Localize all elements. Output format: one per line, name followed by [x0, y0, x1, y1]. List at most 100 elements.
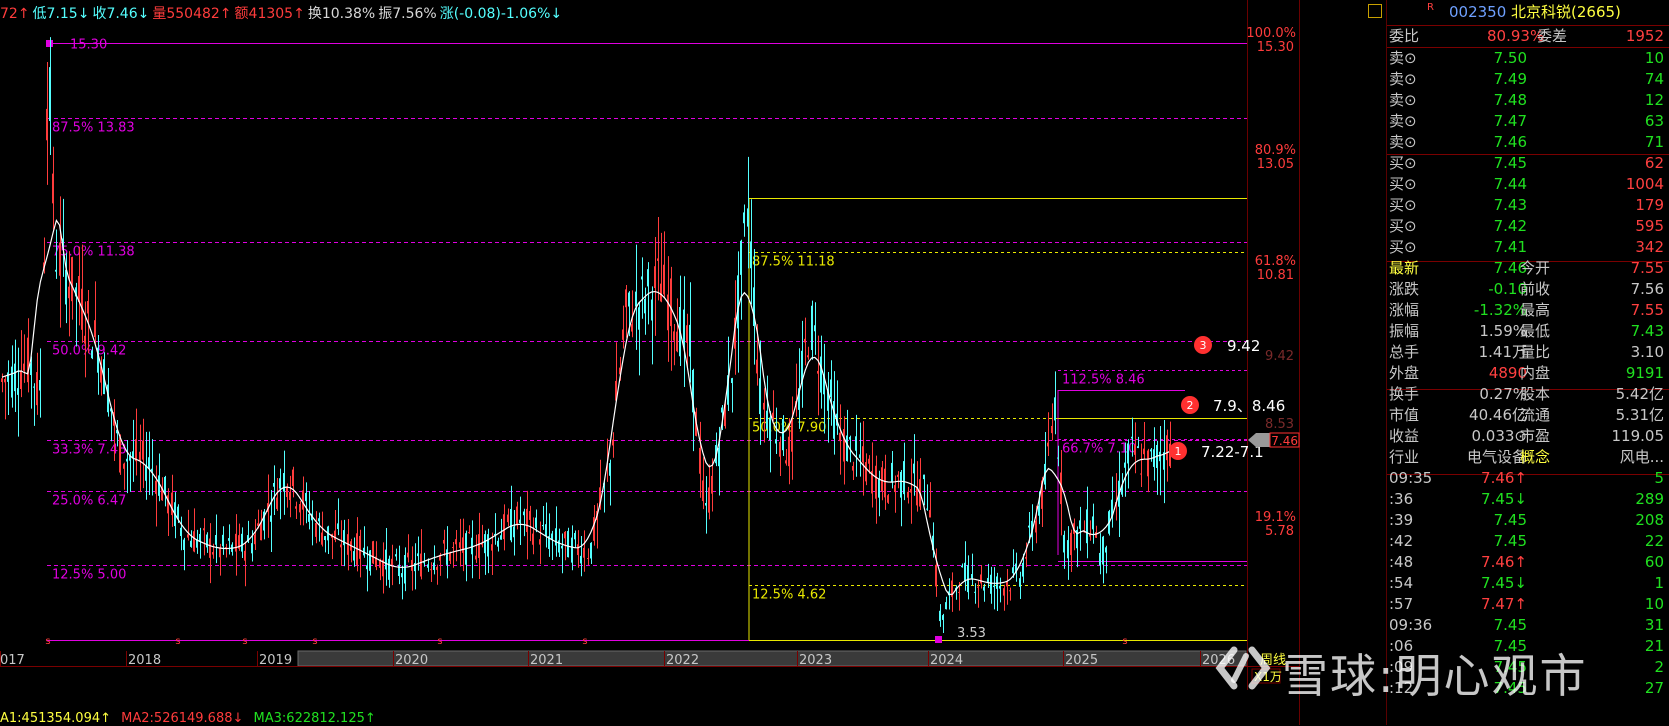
sell-price: 7.48 [1493, 91, 1527, 109]
stat-label-2: 最高 [1520, 301, 1551, 319]
ma2-value: MA2:526149.688↓ [121, 711, 244, 726]
sell-label: 卖⊙ [1389, 70, 1417, 88]
candle-body [1063, 534, 1065, 553]
candle-body [526, 508, 528, 533]
tick-row: :57 7.47↑ 10 [1387, 594, 1669, 615]
stat-value-2: 9191 [1625, 364, 1664, 382]
candle-body [254, 534, 256, 545]
dividend-marker: s [437, 636, 442, 647]
candle-body [452, 546, 454, 548]
sell-label: 卖⊙ [1389, 112, 1417, 130]
ma3-value: MA3:622812.125↑ [253, 711, 376, 726]
stock-name[interactable]: 北京科锐(2665) [1511, 2, 1621, 23]
stat-value-2: 3.10 [1630, 343, 1664, 361]
candle-body [971, 574, 973, 579]
candle-body [1038, 505, 1040, 516]
candle-body [929, 510, 931, 518]
candle-body [420, 553, 422, 577]
current-price-tag: 7.46 [1271, 434, 1298, 448]
tick-volume: 208 [1635, 511, 1664, 529]
candle-body [84, 335, 86, 344]
candle-body [631, 324, 633, 332]
candle-body [462, 537, 464, 553]
candle-body [657, 258, 659, 261]
candle-body [260, 522, 262, 541]
candle-body [551, 533, 553, 540]
candle-body [718, 447, 720, 467]
timeline-label: 2023 [799, 653, 832, 668]
candle-body [430, 569, 432, 571]
candle-body [974, 591, 976, 593]
candle-body [942, 615, 944, 620]
tick-time: 09:35 [1389, 469, 1433, 487]
axis-pct: 19.1% [1255, 510, 1296, 525]
buy-volume: 595 [1635, 217, 1664, 235]
candle-body [647, 269, 649, 287]
candle-body [855, 436, 857, 451]
candle-body [839, 432, 841, 442]
candle-body [891, 462, 893, 482]
dividend-marker: s [1122, 636, 1127, 647]
layout-toggle-icon[interactable] [1368, 4, 1382, 18]
tick-volume: 5 [1654, 469, 1664, 487]
candle-body [875, 465, 877, 499]
candle-body [1025, 557, 1027, 559]
candle-body [743, 212, 745, 224]
tick-volume: 21 [1644, 637, 1664, 655]
tick-volume: 60 [1644, 553, 1664, 571]
candle-body [123, 463, 125, 469]
tick-volume: 289 [1635, 490, 1664, 508]
candle-body [1012, 567, 1014, 574]
fund-label-2: 股本 [1520, 385, 1551, 403]
candle-body [1070, 532, 1072, 556]
candle-body [398, 564, 400, 577]
candle-body [804, 338, 806, 343]
candle-body [990, 574, 992, 594]
candle-body [625, 289, 627, 308]
axis-price: 5.78 [1265, 524, 1294, 539]
xueqiu-logo-icon [1215, 646, 1271, 690]
candle-body [49, 67, 51, 122]
candle-body [772, 412, 774, 419]
info-close: 收7.46↓ [92, 6, 150, 22]
candle-body [1006, 581, 1008, 587]
candle-body [513, 526, 515, 538]
candle-body [404, 555, 406, 584]
candle-body [299, 504, 301, 513]
candle-body [980, 574, 982, 584]
tick-price: 7.46↑ [1481, 469, 1527, 487]
candle-body [500, 535, 502, 540]
tick-row: :54 7.45↓ 1 [1387, 573, 1669, 594]
candle-body [17, 388, 19, 395]
fib-label-left: 87.5% 13.83 [52, 121, 135, 136]
fund-row: 市值 40.46亿 流通 5.31亿 [1387, 405, 1669, 426]
stat-row: 总手 1.41万 量比 3.10 [1387, 342, 1669, 363]
stat-label-2: 最低 [1520, 322, 1551, 340]
candle-body [750, 241, 752, 269]
stat-value-2: 7.55 [1630, 259, 1664, 277]
fund-value-2: 119.05 [1611, 427, 1665, 445]
kline-chart[interactable]: 15.30 87.5% 13.83 75.0% 11.38 50.0% 9.42 33.… [0, 0, 1330, 726]
sell-volume: 12 [1644, 91, 1664, 109]
axis-price: 9.42 [1265, 349, 1294, 364]
candle-body [983, 586, 985, 591]
candle-body [148, 457, 150, 469]
tick-volume: 22 [1644, 532, 1664, 550]
candle-body [1047, 442, 1049, 447]
annotation-text: 7.9、8.46 [1213, 397, 1285, 415]
candle-body [446, 549, 448, 565]
candle-body [407, 552, 409, 558]
candle-body [897, 474, 899, 477]
stock-code[interactable]: 002350 [1449, 2, 1506, 23]
candle-body [94, 320, 96, 338]
ma1-value: A1:451354.094↑ [0, 711, 112, 726]
kline-canvas[interactable]: 15.3087.5% 13.8375.0% 11.3850.0% 9.4233.… [0, 0, 1330, 725]
weibi-row: 委比 80.93% 委差 1952 [1387, 26, 1669, 47]
candle-body [503, 514, 505, 540]
candle-body [235, 533, 237, 552]
candle-body [747, 208, 749, 227]
candle-body [388, 558, 390, 580]
candle-body [305, 493, 307, 502]
stat-label-2: 前收 [1520, 280, 1551, 298]
candle-body [916, 487, 918, 506]
